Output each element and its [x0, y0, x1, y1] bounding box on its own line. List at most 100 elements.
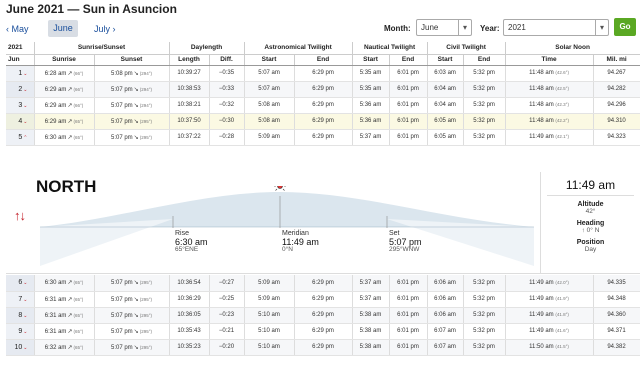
direction-toggle-icon[interactable]: ↑↓ — [14, 208, 26, 223]
sunrise-azimuth: (66°) — [73, 86, 84, 92]
header-civil-start: Start — [427, 54, 464, 66]
table-row[interactable]: 7⌄ 6:31 am↗(65°) 5:07 pm↘(295°) 10:36:29 −0:… — [6, 291, 640, 308]
set-direction: 295°WNW — [389, 246, 420, 253]
civil-end-cell: 5:32 pm — [463, 97, 506, 114]
day-cell[interactable]: 2⌄ — [6, 81, 35, 98]
astro-end-cell: 6:29 pm — [294, 291, 353, 308]
table-row[interactable]: 8⌄ 6:31 am↗(65°) 5:07 pm↘(295°) 10:36:05 −0:… — [6, 307, 640, 324]
astro-end-cell: 6:29 pm — [294, 129, 353, 146]
day-cell[interactable]: 5⌃ — [6, 129, 35, 146]
day-cell[interactable]: 9⌄ — [6, 323, 35, 340]
chevron-down-icon[interactable]: ⌄ — [23, 297, 27, 303]
astro-end-cell: 6:29 pm — [294, 65, 353, 82]
day-cell[interactable]: 7⌄ — [6, 291, 35, 308]
header-noon: Solar Noon — [505, 42, 640, 55]
sun-info-box: 11:49 am Altitude 42° Heading ↑ 0° N Pos… — [540, 172, 640, 274]
sunset-arrow-icon: ↘ — [133, 344, 139, 351]
header-astro-end: End — [294, 54, 353, 66]
header-noon-time: Time — [505, 54, 594, 66]
sunrise-arrow-icon: ↗ — [67, 118, 73, 125]
header-mil-mi: Mil. mi — [593, 54, 640, 66]
naut-start-cell: 5:37 am — [352, 291, 390, 308]
chevron-down-icon[interactable]: ⌃ — [23, 135, 27, 141]
chevron-down-icon[interactable]: ⌄ — [23, 87, 27, 93]
table-row[interactable]: 6⌄ 6:30 am↗(65°) 5:07 pm↘(295°) 10:36:54 −0:… — [6, 275, 640, 292]
prev-month-link[interactable]: ‹ May — [6, 24, 29, 34]
noon-altitude: (42.5°) — [555, 86, 569, 91]
daylength-cell: 10:37:22 — [169, 129, 210, 146]
day-number: 7 — [18, 295, 23, 303]
sunrise-time: 6:30 am — [44, 134, 67, 141]
chevron-down-icon[interactable]: ⌄ — [23, 119, 27, 125]
noon-altitude: (41.6°) — [555, 328, 569, 333]
astro-end-cell: 6:29 pm — [294, 81, 353, 98]
day-cell[interactable]: 10⌄ — [6, 339, 35, 356]
header-daylength: Daylength — [169, 42, 245, 55]
chevron-down-icon[interactable]: ⌄ — [23, 345, 27, 351]
chevron-down-icon[interactable]: ⌄ — [23, 329, 27, 335]
day-number: 10 — [14, 343, 23, 351]
naut-end-cell: 6:01 pm — [389, 65, 428, 82]
chevron-down-icon[interactable]: ⌄ — [23, 71, 27, 77]
chevron-down-icon: ▾ — [595, 20, 608, 35]
table-row[interactable]: 2⌄ 6:29 am↗(66°) 5:07 pm↘(294°) 10:38:53 −0:… — [6, 81, 640, 98]
header-astro: Astronomical Twilight — [244, 42, 353, 55]
sunset-cell: 5:07 pm↘(295°) — [94, 323, 170, 340]
chevron-down-icon[interactable]: ⌄ — [23, 280, 27, 286]
table-row[interactable]: 9⌄ 6:31 am↗(65°) 5:07 pm↘(295°) 10:35:43 −0:… — [6, 323, 640, 340]
sunrise-arrow-icon: ↗ — [67, 86, 73, 93]
civil-start-cell: 6:05 am — [427, 113, 464, 130]
table-row[interactable]: 1⌄ 6:28 am↗(66°) 5:08 pm↘(294°) 10:39:27 −0:… — [6, 65, 640, 82]
civil-start-cell: 6:06 am — [427, 275, 464, 292]
sunrise-azimuth: (65°) — [73, 134, 84, 140]
noon-altitude: (42.3°) — [555, 102, 569, 107]
sunrise-arrow-icon: ↗ — [67, 344, 73, 351]
astro-start-cell: 5:09 am — [244, 129, 295, 146]
day-cell[interactable]: 1⌄ — [6, 65, 35, 82]
next-month-link[interactable]: July › — [94, 24, 116, 34]
sunset-arrow-icon: ↘ — [133, 70, 139, 77]
noon-cell: 11:48 am (42.5°) — [505, 81, 594, 98]
sunrise-time: 6:32 am — [44, 344, 67, 351]
naut-end-cell: 6:01 pm — [389, 81, 428, 98]
diff-cell: −0:21 — [209, 323, 245, 340]
table-row[interactable]: 10⌄ 6:32 am↗(65°) 5:07 pm↘(295°) 10:35:23 −0… — [6, 339, 640, 356]
diff-cell: −0:27 — [209, 275, 245, 292]
astro-end-cell: 6:29 pm — [294, 113, 353, 130]
noon-time: 11:49 am — [529, 279, 554, 286]
sunrise-azimuth: (65°) — [73, 280, 84, 286]
month-select[interactable]: June ▾ — [416, 19, 472, 36]
day-cell[interactable]: 4⌄ — [6, 113, 35, 130]
day-number: 9 — [18, 327, 23, 335]
sunset-cell: 5:07 pm↘(295°) — [94, 275, 170, 292]
go-button[interactable]: Go — [614, 18, 636, 36]
astro-end-cell: 6:29 pm — [294, 339, 353, 356]
day-cell[interactable]: 3⌄ — [6, 97, 35, 114]
day-cell[interactable]: 8⌄ — [6, 307, 35, 324]
year-select[interactable]: 2021 ▾ — [503, 19, 609, 36]
table-row[interactable]: 5⌃ 6:30 am↗(65°) 5:07 pm↘(295°) 10:37:22 −0:… — [6, 129, 640, 146]
sunset-time: 5:07 pm — [110, 312, 133, 319]
civil-end-cell: 5:32 pm — [463, 323, 506, 340]
civil-start-cell: 6:05 am — [427, 129, 464, 146]
distance-cell: 94.267 — [593, 65, 640, 82]
distance-cell: 94.360 — [593, 307, 640, 324]
sun-icon — [274, 186, 286, 191]
naut-start-cell: 5:38 am — [352, 307, 390, 324]
chevron-down-icon[interactable]: ⌄ — [23, 103, 27, 109]
table-row[interactable]: 4⌄ 6:29 am↗(65°) 5:07 pm↘(295°) 10:37:50 −0:… — [6, 113, 640, 130]
civil-start-cell: 6:06 am — [427, 291, 464, 308]
sunrise-azimuth: (65°) — [73, 328, 84, 334]
sunset-cell: 5:07 pm↘(295°) — [94, 307, 170, 324]
naut-end-cell: 6:01 pm — [389, 275, 428, 292]
chevron-down-icon[interactable]: ⌄ — [23, 313, 27, 319]
naut-end-cell: 6:01 pm — [389, 113, 428, 130]
current-month-tab[interactable]: June — [48, 20, 78, 37]
diff-cell: −0:25 — [209, 291, 245, 308]
table-row[interactable]: 3⌄ 6:29 am↗(66°) 5:07 pm↘(294°) 10:38:21 −0:… — [6, 97, 640, 114]
table-header-group-row: 2021 Sunrise/Sunset Daylength Astronomic… — [6, 42, 640, 55]
diff-cell: −0:32 — [209, 97, 245, 114]
day-cell[interactable]: 6⌄ — [6, 275, 35, 292]
day-number: 8 — [18, 311, 23, 319]
heading-value: 0° — [586, 227, 593, 234]
